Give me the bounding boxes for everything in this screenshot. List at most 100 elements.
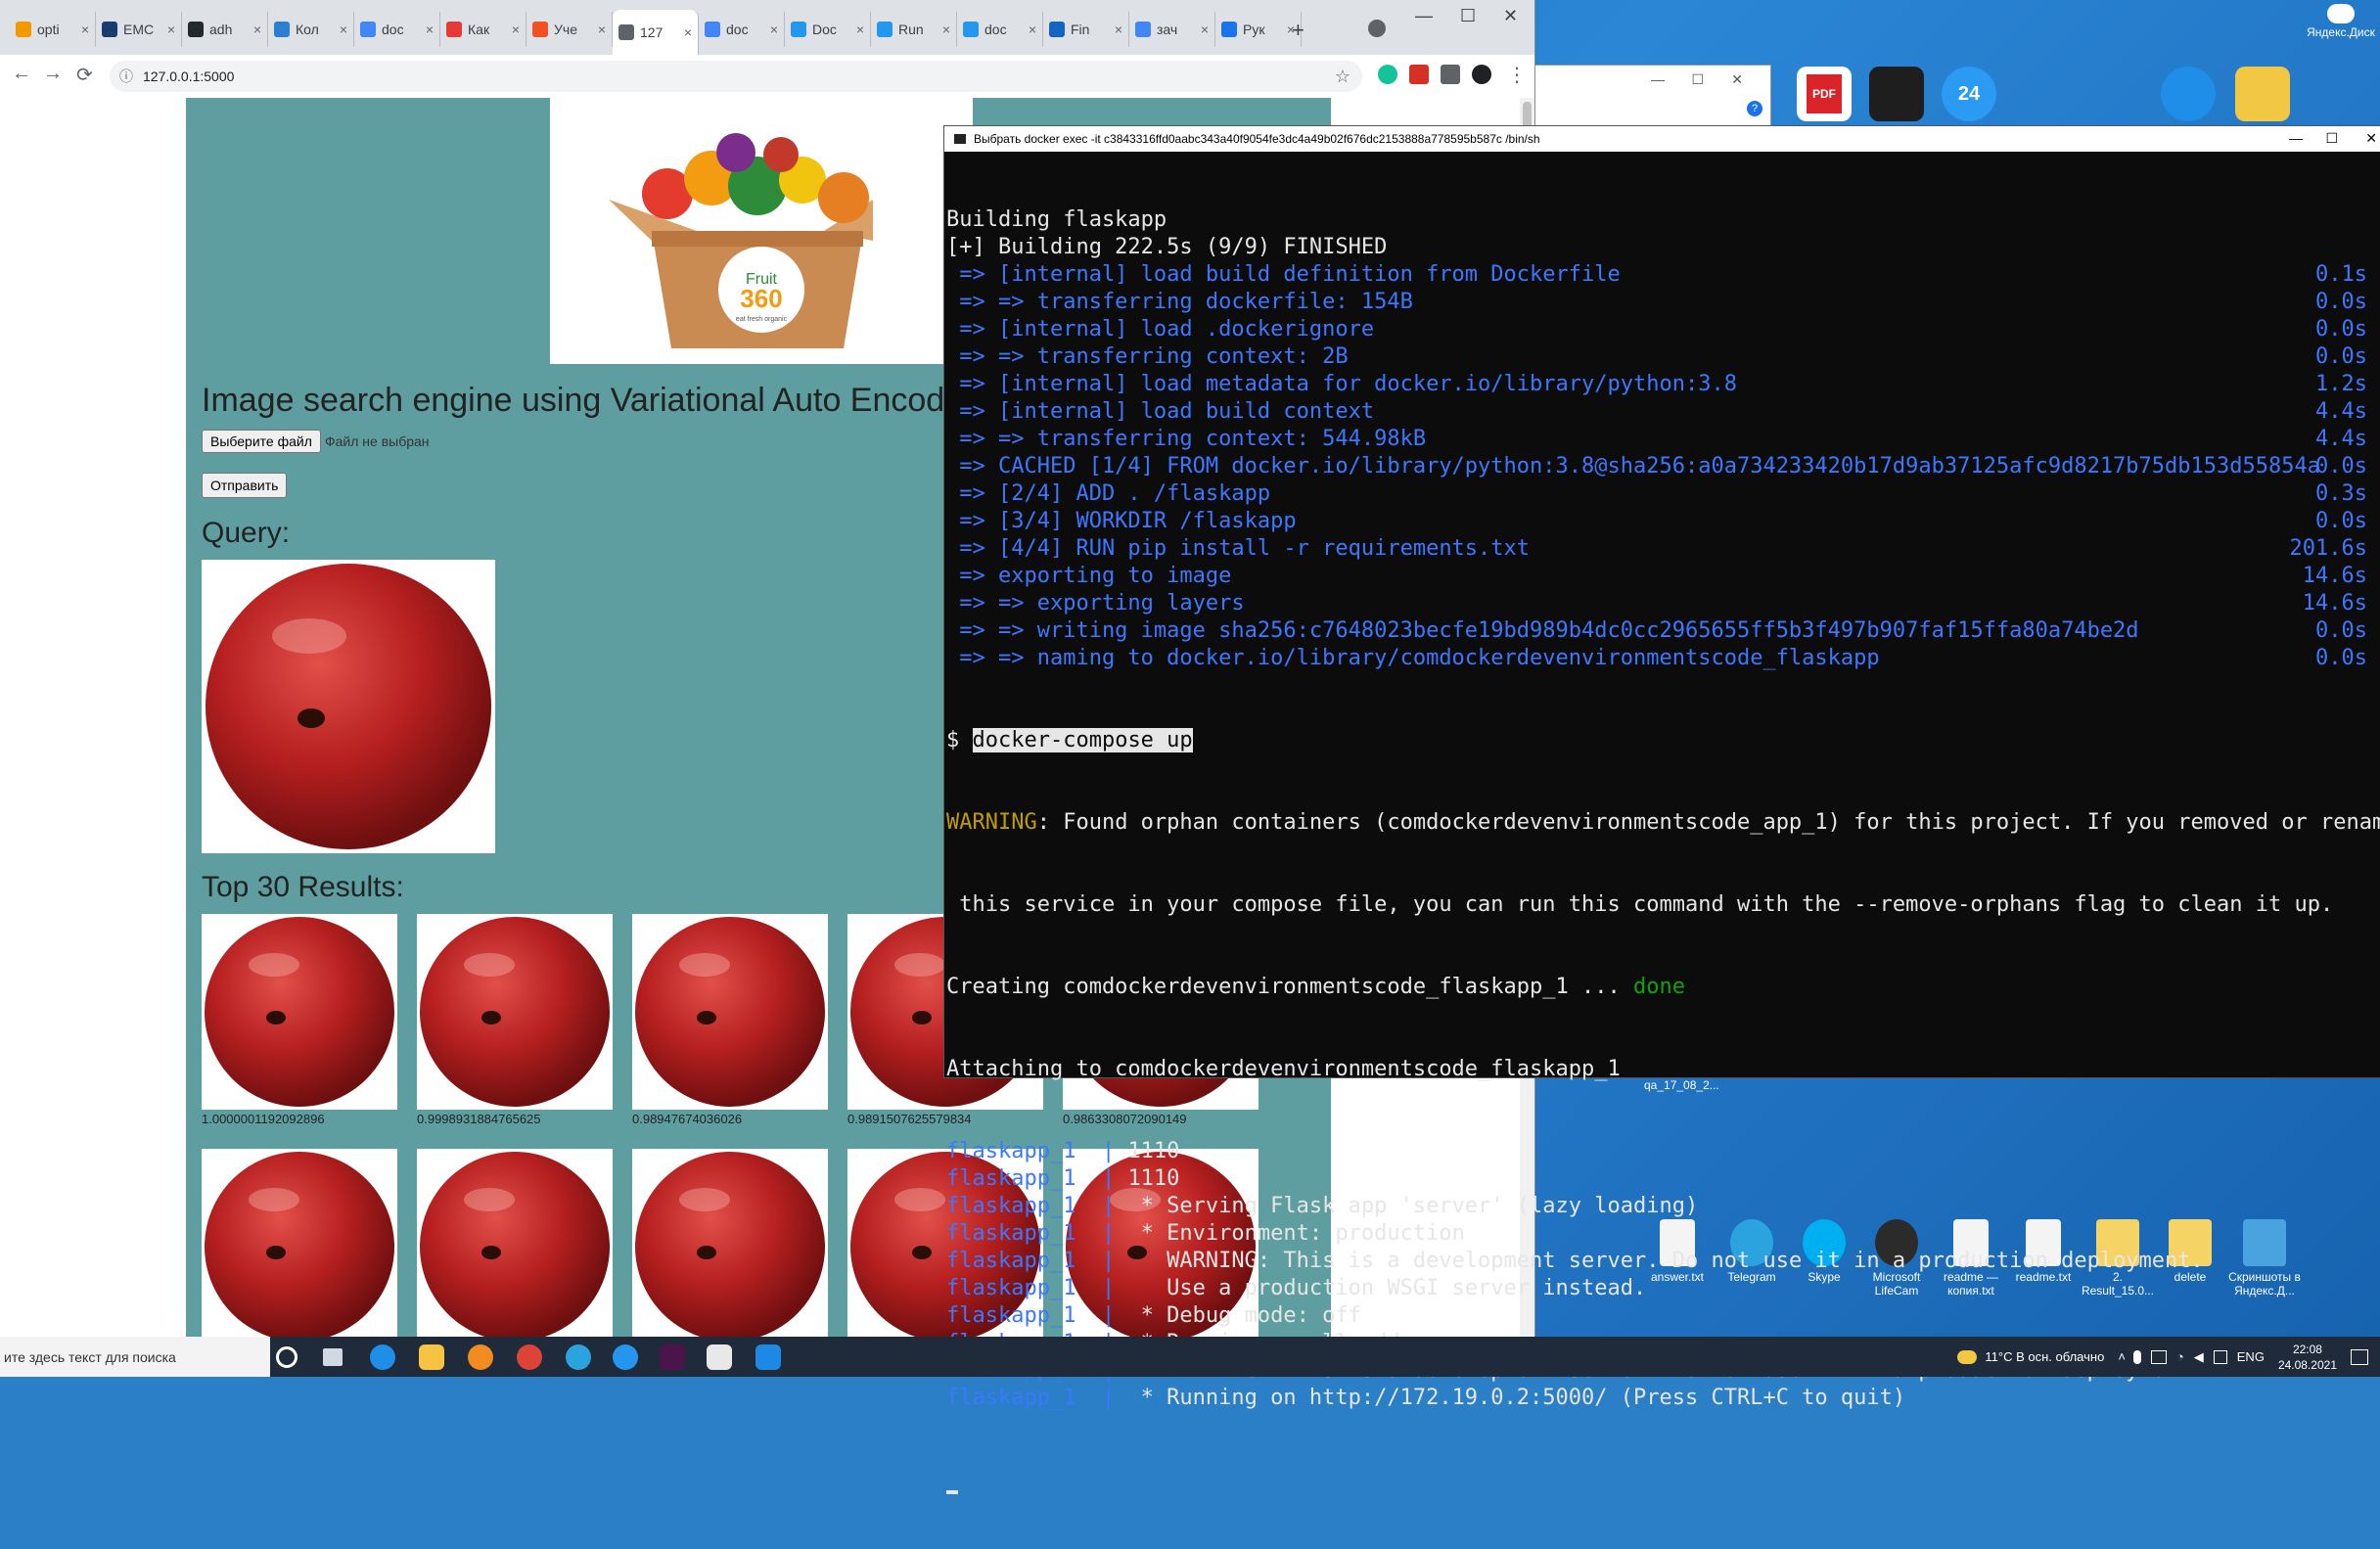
browser-tab[interactable]: Уче × (526, 12, 613, 47)
weather-icon[interactable] (1957, 1349, 1978, 1364)
pdf-app-icon[interactable]: PDF (1797, 67, 1852, 121)
profile-avatar[interactable] (1472, 65, 1491, 84)
browser-tab[interactable]: 127 × (613, 10, 699, 55)
choose-file-button[interactable]: Выберите файл (202, 430, 321, 453)
terminal-close-button[interactable]: ✕ (2365, 130, 2377, 147)
bg-maximize-button[interactable]: ☐ (1691, 71, 1704, 88)
browser-tab[interactable]: Doc × (785, 12, 871, 47)
terminal-maximize-button[interactable]: ☐ (2325, 130, 2338, 147)
browser-tab[interactable]: зач × (1129, 12, 1215, 47)
back-icon[interactable]: ← (12, 63, 31, 85)
edge-icon[interactable] (2161, 67, 2216, 121)
weather-text[interactable]: 11°C В осн. облачно (1985, 1349, 2104, 1364)
forward-icon[interactable]: → (43, 63, 63, 85)
tab-close-icon[interactable]: × (1201, 22, 1209, 37)
volume-icon[interactable]: ◀ (2194, 1349, 2204, 1365)
tab-strip: opti × EMC × adh × Кол × doc × Как × Уче × 127 × doc × Doc… (0, 0, 1534, 55)
network-icon[interactable]: ◔ (2176, 1349, 2184, 1364)
browser-tab[interactable]: doc × (354, 12, 440, 47)
clock[interactable]: 22:08 24.08.2021 (2278, 1342, 2337, 1373)
site-info-icon[interactable]: ⓘ (119, 67, 133, 86)
tab-favicon-icon (446, 22, 462, 37)
terminal-titlebar[interactable]: Выбрать docker exec -it c3843316ffd0aabc… (944, 126, 2380, 152)
browser-close-button[interactable]: ✕ (1503, 6, 1518, 26)
calendar-24-icon[interactable]: 24 (1942, 67, 1996, 121)
grammarly-extension-icon[interactable] (1378, 65, 1397, 84)
browser-tab[interactable]: adh × (182, 12, 268, 47)
tray-chevron-icon[interactable]: ˄ (2118, 1349, 2126, 1364)
display-icon[interactable] (2213, 1349, 2227, 1364)
edge-taskbar-icon[interactable] (370, 1344, 395, 1370)
build-line: Building flaskapp (946, 206, 2380, 234)
browser-minimize-button[interactable]: — (1415, 6, 1433, 26)
tab-close-icon[interactable]: × (340, 22, 347, 37)
language-indicator[interactable]: ENG (2237, 1349, 2265, 1364)
browser-tab[interactable]: Fin × (1043, 12, 1129, 47)
notes-app-icon[interactable] (2235, 67, 2290, 121)
browser-tab[interactable]: Кол × (268, 12, 354, 47)
vscode-taskbar-icon[interactable] (755, 1344, 781, 1370)
slack-taskbar-icon[interactable] (660, 1344, 685, 1370)
tab-close-icon[interactable]: × (167, 22, 175, 37)
browser-tab[interactable]: doc × (957, 12, 1043, 47)
tab-close-icon[interactable]: × (770, 22, 778, 37)
tab-close-icon[interactable]: × (81, 22, 89, 37)
figma-app-icon[interactable] (1869, 67, 1924, 121)
tab-close-icon[interactable]: × (942, 22, 950, 37)
address-bar[interactable]: ⓘ 127.0.0.1:5000 ☆ (110, 61, 1362, 92)
bg-close-button[interactable]: ✕ (1731, 71, 1743, 88)
extensions-puzzle-icon[interactable] (1441, 65, 1460, 84)
chrome-taskbar-icon[interactable] (517, 1344, 542, 1370)
submit-button[interactable]: Отправить (202, 473, 288, 498)
chrome-menu-icon[interactable]: ⋮ (1507, 63, 1527, 87)
file-explorer-icon[interactable] (419, 1344, 444, 1370)
build-line: [+] Building 222.5s (9/9) FINISHED (946, 234, 2380, 261)
tab-close-icon[interactable]: × (856, 22, 864, 37)
result-item: 1.0000001192092896 (202, 914, 397, 1126)
bg-minimize-button[interactable]: — (1651, 71, 1665, 87)
browser-tab[interactable]: Рук × (1215, 12, 1302, 47)
tab-search-icon[interactable] (1368, 20, 1386, 37)
cortana-icon[interactable] (276, 1346, 298, 1368)
telegram-taskbar-icon[interactable] (566, 1344, 591, 1370)
terminal-window[interactable]: Выбрать docker exec -it c3843316ffd0aabc… (943, 125, 2380, 1494)
build-step-duration: 201.6s (2289, 536, 2367, 561)
battery-icon[interactable] (2150, 1349, 2167, 1364)
new-tab-button[interactable]: + (1292, 18, 1304, 43)
taskbar: ите здесь текст для поиска 11°C В осн. о… (0, 1337, 2380, 1377)
background-explorer-window[interactable]: ✕ ☐ — ? (1534, 65, 1771, 127)
firefox-icon[interactable] (468, 1344, 493, 1370)
tab-close-icon[interactable]: × (253, 22, 261, 37)
creating-line: Creating comdockerdevenvironmentscode_fl… (946, 974, 2380, 1001)
tab-close-icon[interactable]: × (426, 22, 434, 37)
build-line-text: => => naming to docker.io/library/comdoc… (946, 646, 1880, 670)
tab-close-icon[interactable]: × (598, 22, 606, 37)
result-item: 0.9998931884765625 (417, 914, 613, 1126)
reload-icon[interactable]: ⟳ (76, 63, 93, 87)
browser-maximize-button[interactable]: ☐ (1460, 6, 1476, 26)
browser-tab[interactable]: EMC × (96, 12, 182, 47)
build-step-duration: 14.6s (2302, 564, 2367, 588)
tab-close-icon[interactable]: × (684, 24, 692, 40)
taskbar-search-box[interactable]: ите здесь текст для поиска (0, 1337, 270, 1377)
task-view-icon[interactable] (323, 1348, 343, 1366)
docker-taskbar-icon[interactable] (613, 1344, 638, 1370)
browser-tab[interactable]: opti × (10, 12, 96, 47)
bookmark-star-icon[interactable]: ☆ (1335, 67, 1350, 87)
extension-red-icon[interactable] (1409, 65, 1429, 84)
browser-tab[interactable]: doc × (699, 12, 785, 47)
tab-close-icon[interactable]: × (512, 22, 520, 37)
notifications-icon[interactable] (2351, 1348, 2368, 1365)
help-icon[interactable]: ? (1747, 101, 1762, 116)
tab-favicon-icon (963, 22, 979, 37)
browser-tab[interactable]: Run × (871, 12, 957, 47)
tab-close-icon[interactable]: × (1029, 22, 1036, 37)
browser-tab[interactable]: Как × (440, 12, 526, 47)
url-text[interactable]: 127.0.0.1:5000 (143, 68, 234, 84)
microphone-icon[interactable] (2132, 1349, 2141, 1364)
terminal-taskbar-icon[interactable] (707, 1344, 732, 1370)
terminal-minimize-button[interactable]: — (2289, 130, 2303, 146)
yandex-disk-icon[interactable]: Яндекс.Диск (2302, 4, 2380, 39)
log-text: 1110 (1127, 1139, 1180, 1163)
tab-close-icon[interactable]: × (1115, 22, 1122, 37)
